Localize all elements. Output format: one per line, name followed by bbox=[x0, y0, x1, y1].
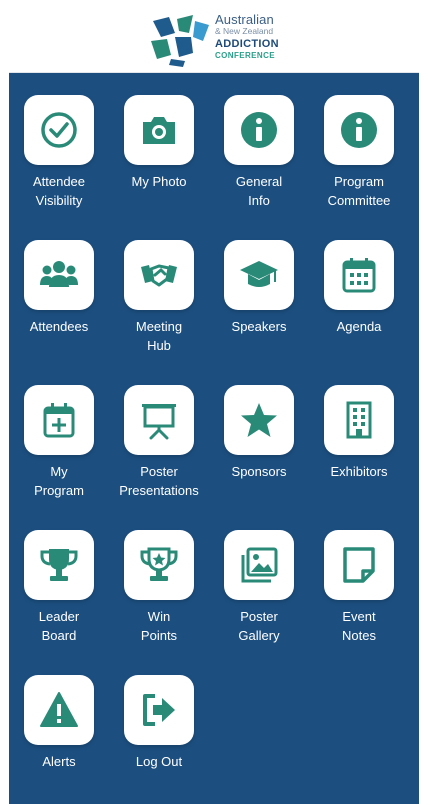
calendar-plus-icon bbox=[43, 403, 75, 438]
speakers-button[interactable] bbox=[224, 240, 294, 310]
tile-speakers[interactable]: Speakers bbox=[209, 240, 309, 336]
poster-gallery-button[interactable] bbox=[224, 530, 294, 600]
tile-poster-presentations[interactable]: Poster Presentations bbox=[109, 385, 209, 500]
win-points-button[interactable] bbox=[124, 530, 194, 600]
tile-poster-gallery[interactable]: Poster Gallery bbox=[209, 530, 309, 645]
tile-label: Sponsors bbox=[231, 464, 287, 479]
logo-text-line3: ADDICTION bbox=[215, 37, 279, 50]
tile-my-program[interactable]: My Program bbox=[9, 385, 109, 500]
tile-label: Meeting Hub bbox=[135, 319, 183, 353]
tile-alerts[interactable]: Alerts bbox=[9, 675, 109, 771]
note-icon bbox=[343, 547, 375, 583]
logo-text-line4: CONFERENCE bbox=[215, 50, 276, 60]
my-program-button[interactable] bbox=[24, 385, 94, 455]
tile-label: Agenda bbox=[336, 319, 382, 334]
tile-label: Poster Presentations bbox=[119, 464, 199, 498]
tile-label: Log Out bbox=[135, 754, 183, 769]
tile-label: Speakers bbox=[231, 319, 287, 334]
tile-label: Program Committee bbox=[327, 174, 391, 208]
tile-program-committee[interactable]: Program Committee bbox=[309, 95, 409, 210]
camera-icon bbox=[143, 117, 175, 144]
users-icon bbox=[40, 261, 78, 287]
tile-label: Win Points bbox=[140, 609, 178, 643]
general-info-button[interactable] bbox=[224, 95, 294, 165]
logout-icon bbox=[143, 694, 175, 726]
tile-label: My Photo bbox=[131, 174, 187, 189]
building-icon bbox=[346, 401, 372, 439]
tile-label: Alerts bbox=[42, 754, 76, 769]
star-icon bbox=[241, 403, 277, 437]
tile-sponsors[interactable]: Sponsors bbox=[209, 385, 309, 481]
logo-mark-icon bbox=[151, 15, 209, 67]
program-committee-button[interactable] bbox=[324, 95, 394, 165]
tile-log-out[interactable]: Log Out bbox=[109, 675, 209, 771]
presentation-icon bbox=[142, 404, 176, 440]
info-icon bbox=[341, 112, 377, 148]
logo-text-line1: Australian bbox=[215, 12, 274, 27]
tile-my-photo[interactable]: My Photo bbox=[109, 95, 209, 191]
meeting-hub-button[interactable] bbox=[124, 240, 194, 310]
conference-logo: Australian & New Zealand ADDICTION CONFE… bbox=[149, 11, 309, 69]
tile-win-points[interactable]: Win Points bbox=[109, 530, 209, 645]
attendees-button[interactable] bbox=[24, 240, 94, 310]
leader-board-button[interactable] bbox=[24, 530, 94, 600]
alerts-button[interactable] bbox=[24, 675, 94, 745]
app-frame: Australian & New Zealand ADDICTION CONFE… bbox=[9, 6, 419, 804]
attendee-visibility-button[interactable] bbox=[24, 95, 94, 165]
tile-event-notes[interactable]: Event Notes bbox=[309, 530, 409, 645]
agenda-button[interactable] bbox=[324, 240, 394, 310]
warning-icon bbox=[40, 692, 78, 727]
tile-label: Event Notes bbox=[342, 609, 376, 643]
tile-agenda[interactable]: Agenda bbox=[309, 240, 409, 336]
images-icon bbox=[241, 547, 278, 583]
tile-label: My Program bbox=[34, 464, 84, 498]
exhibitors-button[interactable] bbox=[324, 385, 394, 455]
log-out-button[interactable] bbox=[124, 675, 194, 745]
logo-text-line2: & New Zealand bbox=[215, 26, 274, 36]
tile-leader-board[interactable]: Leader Board bbox=[9, 530, 109, 645]
tile-label: Leader Board bbox=[38, 609, 80, 643]
tile-label: Exhibitors bbox=[330, 464, 388, 479]
info-icon bbox=[241, 112, 277, 148]
tile-exhibitors[interactable]: Exhibitors bbox=[309, 385, 409, 481]
tile-attendees[interactable]: Attendees bbox=[9, 240, 109, 336]
tile-label: Attendees bbox=[29, 319, 89, 334]
graduation-cap-icon bbox=[240, 261, 278, 287]
handshake-icon bbox=[141, 264, 177, 287]
event-notes-button[interactable] bbox=[324, 530, 394, 600]
tile-general-info[interactable]: General Info bbox=[209, 95, 309, 210]
poster-presentations-button[interactable] bbox=[124, 385, 194, 455]
tile-attendee-visibility[interactable]: Attendee Visibility bbox=[9, 95, 109, 210]
tile-meeting-hub[interactable]: Meeting Hub bbox=[109, 240, 209, 355]
tile-label: General Info bbox=[235, 174, 283, 208]
trophy-icon bbox=[40, 549, 78, 581]
check-circle-icon bbox=[41, 112, 77, 148]
tile-label: Poster Gallery bbox=[238, 609, 280, 643]
trophy-star-icon bbox=[140, 547, 178, 581]
sponsors-button[interactable] bbox=[224, 385, 294, 455]
tile-label: Attendee Visibility bbox=[32, 174, 86, 208]
calendar-icon bbox=[342, 258, 376, 293]
my-photo-button[interactable] bbox=[124, 95, 194, 165]
app-header: Australian & New Zealand ADDICTION CONFE… bbox=[9, 6, 419, 73]
